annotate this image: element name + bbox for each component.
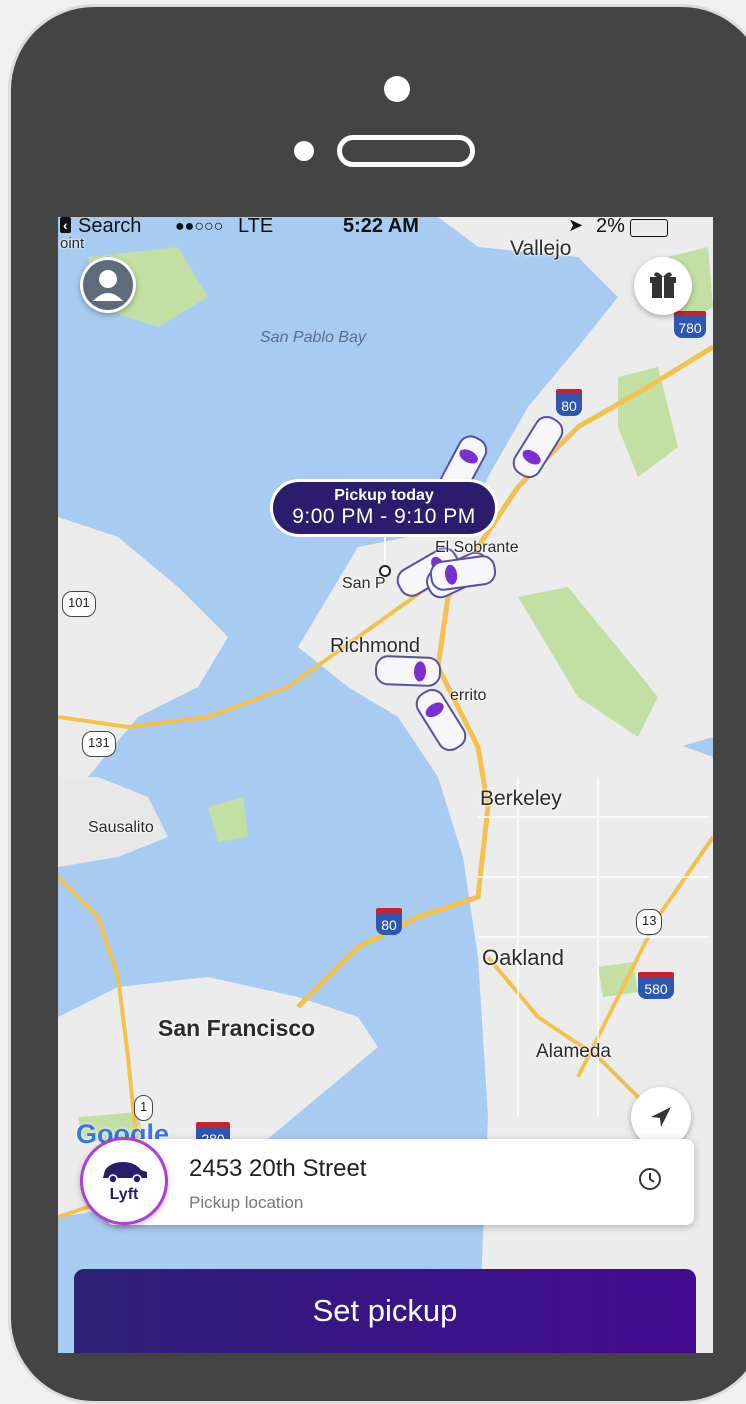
pickup-location-label: Pickup location [189, 1193, 304, 1212]
pickup-tooltip-window: 9:00 PM - 9:10 PM [292, 505, 476, 528]
front-camera [384, 76, 410, 102]
pickup-pin-stem [384, 537, 386, 567]
gift-icon [650, 272, 676, 298]
map-label-san-pablo-bay: San Pablo Bay [260, 329, 366, 346]
interstate-80-shield: 80 [556, 389, 582, 416]
highway-101-shield: 101 [62, 591, 96, 617]
ride-type-selector[interactable]: Lyft [80, 1137, 168, 1225]
proximity-sensor [294, 141, 314, 161]
highway-131-shield: 131 [82, 731, 116, 757]
map-label-el-cerrito: errito [450, 687, 487, 704]
pickup-time-tooltip[interactable]: Pickup today 9:00 PM - 9:10 PM [270, 479, 498, 537]
map-label-alameda: Alameda [536, 1041, 611, 1062]
recenter-location-button[interactable] [631, 1087, 691, 1147]
map-label-san-francisco: San Francisco [158, 1015, 316, 1041]
clock-icon[interactable] [638, 1167, 662, 1191]
pickup-pin [379, 565, 391, 577]
status-bar: ‹ Search ●●○○○ LTE 5:22 AM ➤ 2% [58, 217, 713, 239]
highway-13-shield: 13 [636, 909, 663, 935]
interstate-80-shield: 80 [376, 908, 402, 935]
app-screen: Vallejo San Pablo Bay El Sobrante San P … [58, 217, 713, 1353]
interstate-580-shield: 580 [638, 972, 674, 999]
location-arrow-icon [651, 1107, 671, 1127]
signal-strength: ●●○○○ [175, 218, 224, 235]
map-label-berkeley: Berkeley [480, 787, 562, 810]
earpiece-speaker [337, 135, 475, 167]
status-back-label[interactable]: Search [78, 217, 141, 238]
interstate-780-shield: 780 [674, 311, 706, 338]
profile-button[interactable] [80, 257, 136, 313]
map-label-sausalito: Sausalito [88, 819, 154, 836]
battery-icon [630, 219, 668, 237]
referral-gift-button[interactable] [634, 257, 692, 315]
person-silhouette-icon [83, 260, 133, 310]
map-label-vallejo: Vallejo [510, 237, 572, 260]
ride-type-label: Lyft [109, 1186, 139, 1203]
map-label-richmond: Richmond [330, 635, 421, 657]
pickup-address[interactable]: 2453 20th Street [189, 1155, 366, 1183]
map-label-san-pablo: San P [342, 575, 386, 592]
location-services-icon: ➤ [568, 217, 584, 235]
map-label-oakland: Oakland [482, 945, 564, 970]
car-marker [374, 655, 442, 687]
network-type: LTE [238, 217, 274, 237]
map-label-el-sobrante: El Sobrante [435, 539, 519, 556]
status-time: 5:22 AM [343, 217, 419, 237]
pickup-location-card[interactable]: 2453 20th Street Pickup location [106, 1139, 694, 1225]
battery-percent: 2% [596, 217, 625, 237]
pickup-tooltip-title: Pickup today [334, 487, 434, 504]
back-chevron-icon[interactable]: ‹ [60, 217, 71, 233]
set-pickup-button[interactable]: Set pickup [74, 1269, 696, 1353]
car-icon [103, 1162, 147, 1184]
highway-1-shield: 1 [134, 1095, 154, 1121]
